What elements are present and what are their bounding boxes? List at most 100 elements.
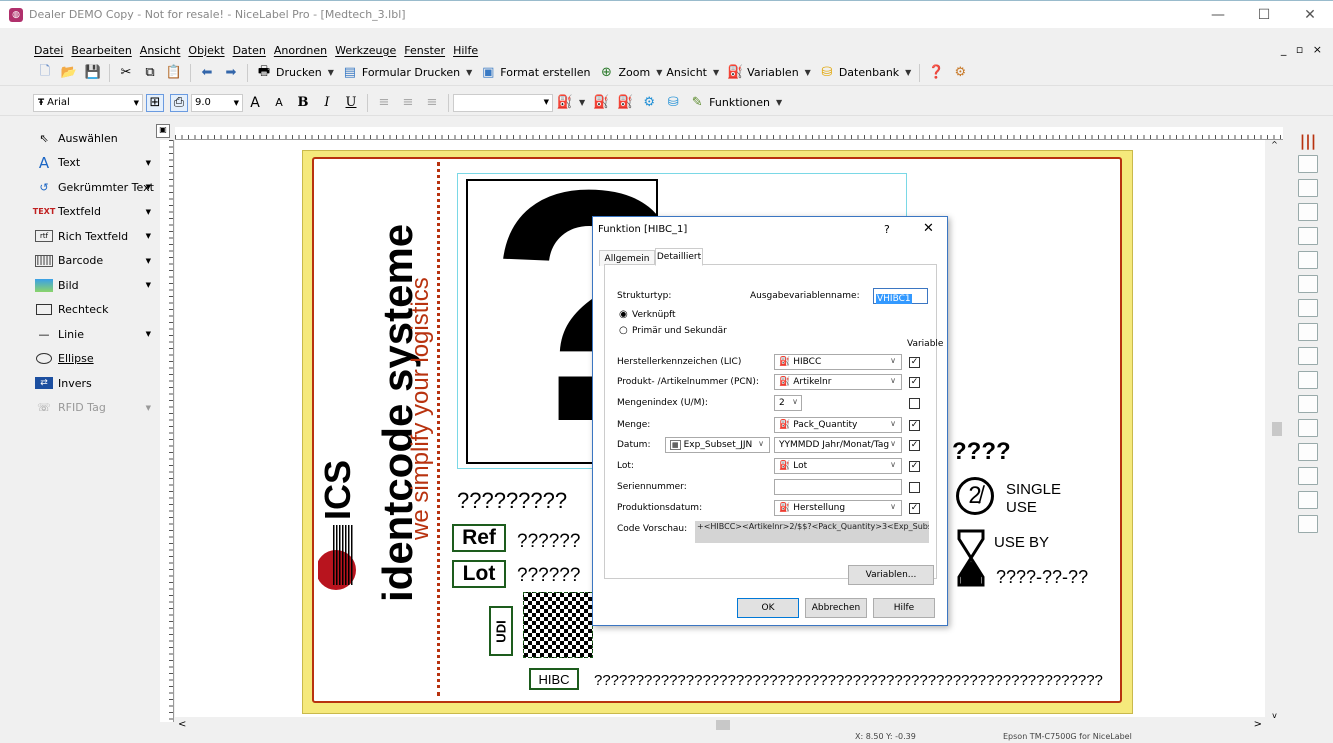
underline-icon[interactable]: U: [342, 94, 360, 112]
variable-icon[interactable]: ⛽: [592, 94, 610, 112]
ruler-corner[interactable]: ▣: [156, 124, 170, 138]
text-frame-icon[interactable]: ⊞: [146, 93, 164, 112]
more-tools-icon[interactable]: [1298, 515, 1318, 533]
production-date-combo[interactable]: ⛽ Herstellung ∨: [774, 500, 902, 516]
production-date-variable-checkbox[interactable]: ✓: [909, 503, 920, 514]
dialog-close-icon[interactable]: ✕: [923, 221, 934, 236]
variable-gear-icon[interactable]: ⚙: [640, 94, 658, 112]
bring-front-icon[interactable]: [1298, 371, 1318, 389]
align-left-icon[interactable]: ≡: [375, 94, 393, 112]
mdi-window-controls[interactable]: _ ▫ ×: [1281, 43, 1325, 56]
tool-linie[interactable]: — Linie ▼: [33, 322, 161, 347]
menge-variable-checkbox[interactable]: ✓: [909, 420, 920, 431]
tool-bild[interactable]: Bild ▼: [33, 273, 161, 298]
maximize-button[interactable]: ☐: [1241, 1, 1287, 29]
um-combo[interactable]: 2 ∨: [774, 395, 802, 411]
udi-box[interactable]: UDI: [489, 606, 513, 656]
pcn-combo[interactable]: ⛽ Artikelnr ∨: [774, 374, 902, 390]
cut-icon[interactable]: ✂: [117, 64, 135, 82]
redo-icon[interactable]: ➡: [222, 64, 240, 82]
tool-textfeld[interactable]: TEXT Textfeld ▼: [33, 200, 161, 225]
lot-combo[interactable]: ⛽ Lot ∨: [774, 458, 902, 474]
view-button[interactable]: Ansicht: [666, 66, 707, 79]
new-file-icon[interactable]: 🗋: [36, 64, 54, 82]
align-hcenter-icon[interactable]: [1298, 179, 1318, 197]
scroll-up-icon[interactable]: ^: [1266, 140, 1283, 149]
tool-curved-text[interactable]: ↺ Gekrümmter Text ▼: [33, 175, 161, 200]
ref-box[interactable]: Ref: [452, 524, 506, 552]
align-center-icon[interactable]: ≡: [399, 94, 417, 112]
forward-icon[interactable]: [1298, 419, 1318, 437]
lic-combo[interactable]: ⛽ HIBCC ∨: [774, 354, 902, 370]
minimize-button[interactable]: —: [1195, 1, 1241, 29]
send-back-icon[interactable]: [1298, 395, 1318, 413]
menu-bearbeiten[interactable]: Bearbeiten: [71, 44, 131, 57]
scroll-left-icon[interactable]: <: [178, 719, 186, 730]
functions-button[interactable]: Funktionen: [709, 96, 770, 109]
single-label[interactable]: SINGLE: [1006, 481, 1061, 498]
horizontal-scroll-thumb[interactable]: [716, 720, 730, 730]
serial-variable-checkbox[interactable]: [909, 482, 920, 493]
use-by-date[interactable]: ????-??-??: [996, 567, 1088, 588]
tool-text[interactable]: A Text ▼: [33, 151, 161, 176]
vertical-scrollbar[interactable]: ^ v: [1266, 140, 1283, 720]
open-folder-icon[interactable]: 📂: [60, 64, 78, 82]
copy-icon[interactable]: ⧉: [141, 64, 159, 82]
pcn-variable-checkbox[interactable]: ✓: [909, 377, 920, 388]
ok-button[interactable]: OK: [737, 598, 799, 618]
close-button[interactable]: ✕: [1287, 1, 1333, 29]
menu-daten[interactable]: Daten: [233, 44, 266, 57]
scroll-right-icon[interactable]: >: [1254, 719, 1262, 730]
variable-edit-icon[interactable]: ⛽: [616, 94, 634, 112]
align-right-icon[interactable]: [1298, 203, 1318, 221]
form-print-button[interactable]: Formular Drucken: [362, 66, 460, 79]
font-select[interactable]: Ŧ Arial ▼: [33, 93, 143, 112]
align-top-icon[interactable]: [1298, 227, 1318, 245]
ausgabe-input[interactable]: VHIBC1: [873, 288, 928, 304]
database-icon[interactable]: ⛁: [818, 64, 836, 82]
group-icon[interactable]: [1298, 467, 1318, 485]
lot-variable-checkbox[interactable]: ✓: [909, 461, 920, 472]
variables-icon[interactable]: ⛽: [726, 64, 744, 82]
bold-icon[interactable]: B: [294, 94, 312, 112]
paste-icon[interactable]: 📋: [165, 64, 183, 82]
format-icon[interactable]: ▣: [479, 64, 497, 82]
right-value[interactable]: ????: [952, 438, 1011, 466]
tool-ellipse[interactable]: Ellipse: [33, 347, 161, 372]
menu-datei[interactable]: Datei: [34, 44, 63, 57]
use-label[interactable]: USE: [1006, 499, 1037, 516]
database-link-icon[interactable]: ⛁: [664, 94, 682, 112]
shrink-font-icon[interactable]: A: [270, 94, 288, 112]
um-variable-checkbox[interactable]: [909, 398, 920, 409]
ungroup-icon[interactable]: [1298, 491, 1318, 509]
hourglass-icon[interactable]: [957, 529, 985, 587]
serial-input[interactable]: [774, 479, 902, 495]
hibc-box[interactable]: HIBC: [529, 668, 579, 690]
lot-box[interactable]: Lot: [452, 560, 506, 588]
cancel-button[interactable]: Abbrechen: [805, 598, 867, 618]
ics-logo[interactable]: ICS: [316, 430, 358, 590]
align-right-icon[interactable]: ≡: [423, 94, 441, 112]
datum-variable-combo[interactable]: ▦ Exp_Subset_JJN ∨: [665, 437, 770, 453]
database-button[interactable]: Datenbank: [839, 66, 899, 79]
menu-anordnen[interactable]: Anordnen: [274, 44, 327, 57]
print-button[interactable]: Drucken: [276, 66, 322, 79]
undo-icon[interactable]: ⬅: [198, 64, 216, 82]
variable-select[interactable]: ▼: [453, 93, 553, 112]
variable-wizard-icon[interactable]: ⛽: [556, 94, 574, 112]
font-size-select[interactable]: 9.0 ▼: [191, 93, 243, 112]
menu-fenster[interactable]: Fenster: [404, 44, 445, 57]
printer-icon[interactable]: 🖶: [255, 64, 273, 82]
menu-ansicht[interactable]: Ansicht: [140, 44, 181, 57]
distribute-v-icon[interactable]: [1298, 323, 1318, 341]
use-by-label[interactable]: USE BY: [994, 534, 1049, 551]
hibc-value[interactable]: ????????????????????????????????????????…: [594, 672, 1103, 689]
functions-icon[interactable]: ✎: [688, 94, 706, 112]
menu-hilfe[interactable]: Hilfe: [453, 44, 478, 57]
lic-variable-checkbox[interactable]: ✓: [909, 357, 920, 368]
radio-verknuepft[interactable]: ◉: [619, 309, 628, 320]
menge-combo[interactable]: ⛽ Pack_Quantity ∨: [774, 417, 902, 433]
menu-werkzeuge[interactable]: Werkzeuge: [335, 44, 396, 57]
grow-font-icon[interactable]: A: [246, 94, 264, 112]
form-print-icon[interactable]: ▤: [341, 64, 359, 82]
